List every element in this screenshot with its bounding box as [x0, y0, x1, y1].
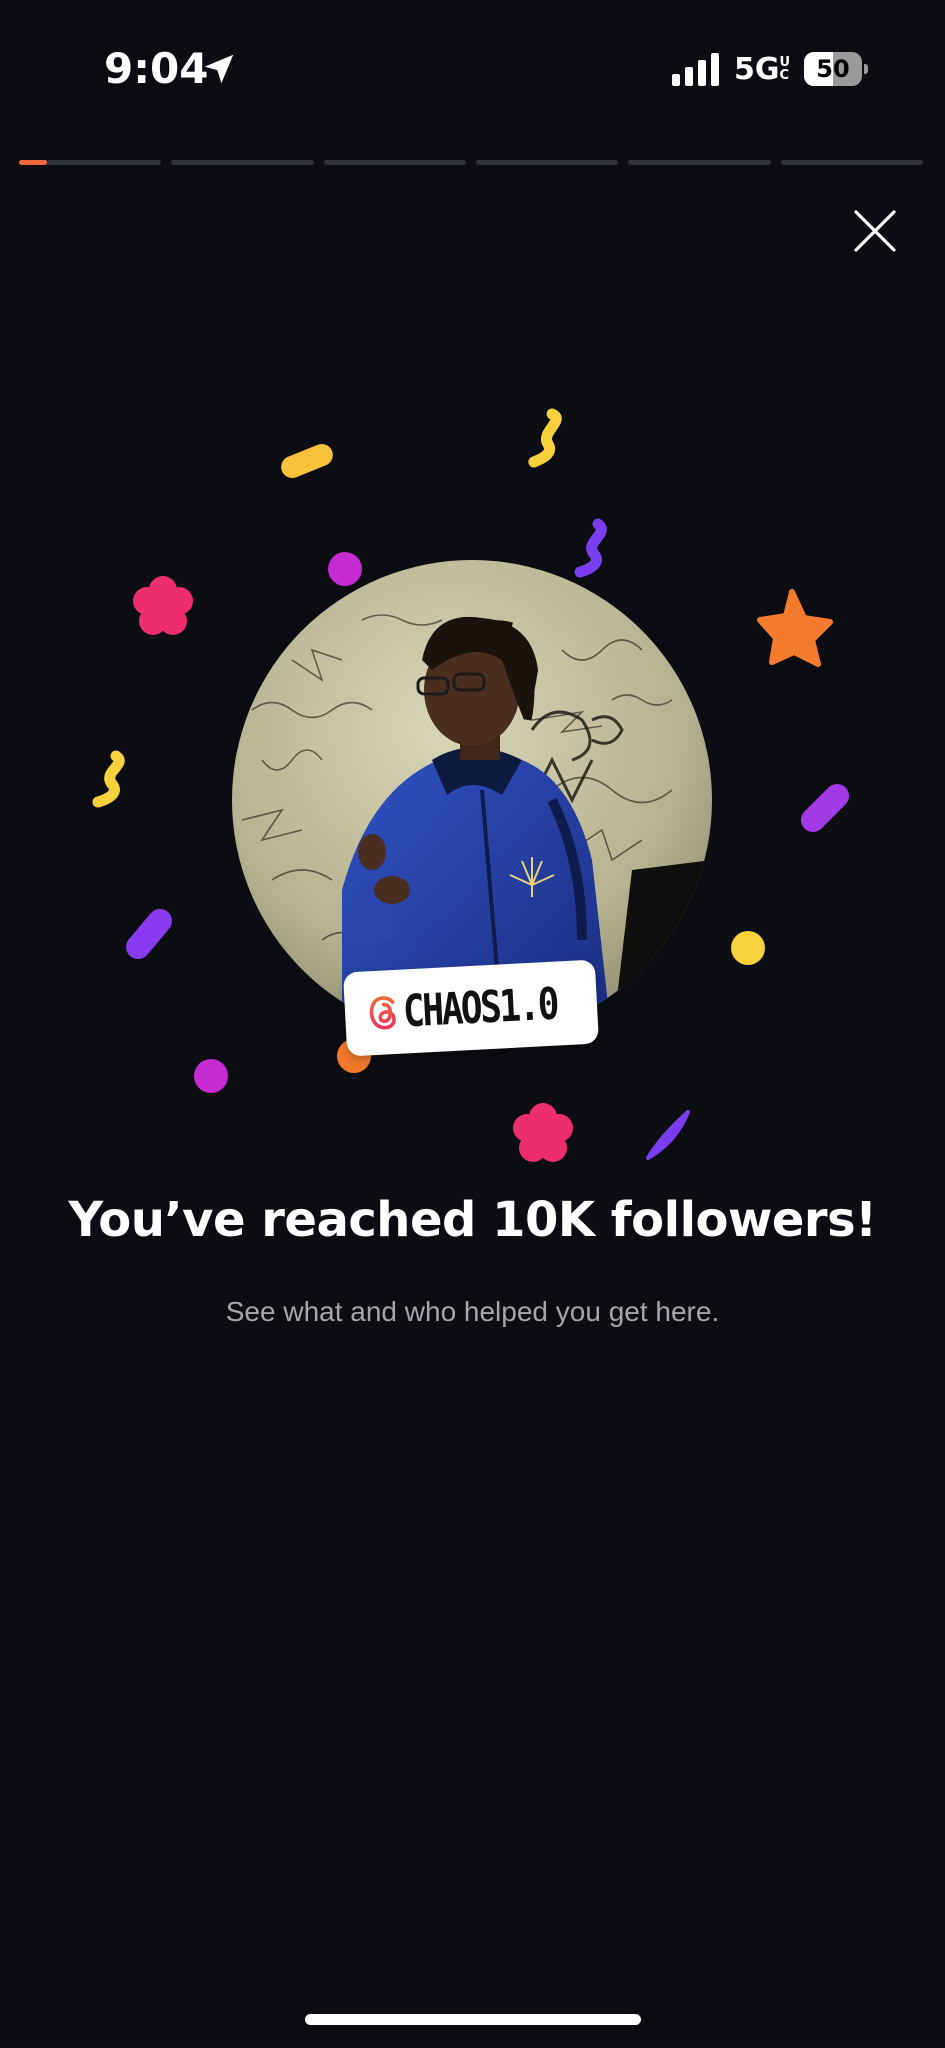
confetti-squiggle-yellow-left	[92, 750, 125, 808]
confetti-dot-magenta	[328, 552, 362, 586]
confetti-flower-pink	[133, 576, 193, 635]
milestone-headline: You’ve reached 10K followers!	[68, 1192, 877, 1248]
username-label: CHAOS1.0	[401, 978, 559, 1038]
confetti-flower-pink-bottom	[513, 1103, 573, 1162]
confetti-squiggle-purple	[574, 518, 607, 578]
confetti-pill-purple-left	[126, 908, 172, 960]
home-indicator[interactable]	[305, 2014, 641, 2025]
milestone-subtitle: See what and who helped you get here.	[225, 1296, 720, 1327]
username-badge: CHAOS1.0	[342, 959, 600, 1057]
threads-logo-icon	[369, 996, 396, 1030]
confetti-squiggle-yellow	[528, 408, 562, 468]
confetti-dot-magenta-bottom	[194, 1059, 228, 1093]
confetti-star-orange	[757, 589, 833, 667]
confetti-dot-yellow	[731, 931, 765, 965]
confetti-feather-purple	[646, 1110, 690, 1160]
confetti-pill-yellow	[281, 444, 333, 478]
confetti-pill-purple-right	[800, 783, 850, 833]
